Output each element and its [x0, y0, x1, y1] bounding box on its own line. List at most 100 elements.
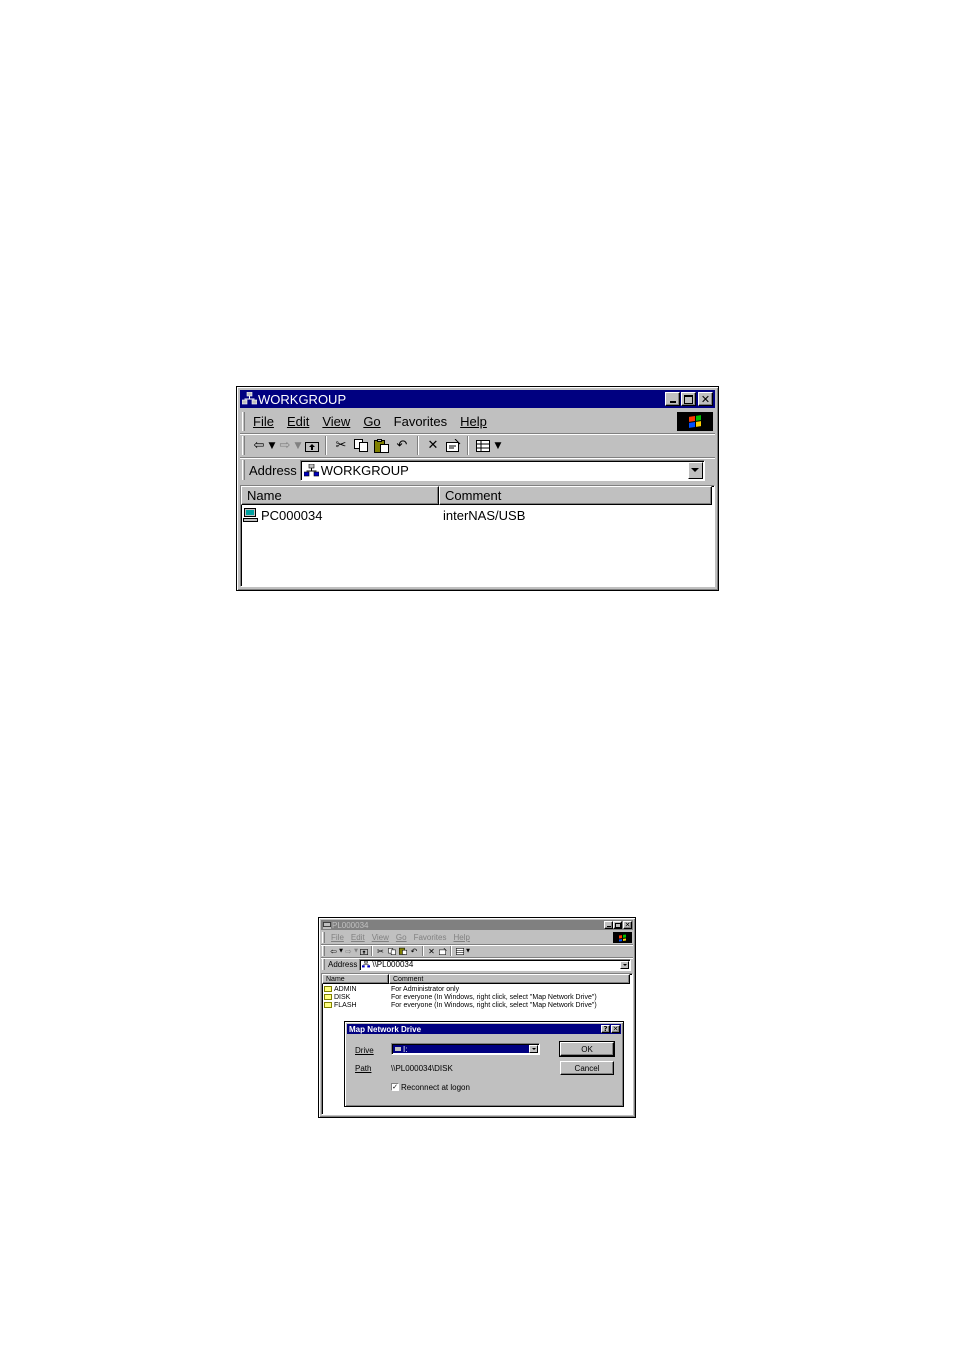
menu-edit[interactable]: Edit [351, 933, 365, 942]
drive-selected-option: I: [393, 1045, 530, 1054]
delete-button[interactable]: ✕ [426, 947, 437, 956]
forward-arrow-icon: ⇨ [345, 946, 352, 956]
title-bar[interactable]: WORKGROUP ✕ [240, 390, 715, 408]
chevron-down-icon: ▼ [466, 948, 470, 954]
network-icon [362, 961, 371, 968]
views-dropdown[interactable]: ▼ [493, 437, 503, 455]
column-header-name[interactable]: Name [322, 974, 389, 984]
undo-button[interactable]: ↶ [391, 437, 413, 455]
column-header-comment[interactable]: Comment [439, 486, 712, 505]
up-folder-button[interactable] [303, 437, 321, 455]
maximize-button[interactable] [681, 392, 696, 406]
cut-button[interactable]: ✂ [331, 437, 351, 455]
list-item[interactable]: ADMIN For Administrator only [322, 985, 632, 993]
toolbar-grip[interactable] [242, 436, 245, 455]
list-item[interactable]: DISK For everyone (In Windows, right cli… [322, 993, 632, 1001]
cut-button[interactable]: ✂ [375, 947, 386, 956]
menu-grip[interactable] [322, 932, 325, 943]
address-bar: Address WORKGROUP [240, 458, 715, 482]
minimize-button[interactable] [604, 921, 613, 929]
forward-arrow-icon: ⇨ [279, 438, 291, 453]
file-list[interactable]: Name Comment PC000034 interNAS/USB [240, 485, 715, 587]
views-button[interactable] [473, 437, 493, 455]
up-folder-icon [305, 441, 319, 452]
undo-icon: ↶ [396, 438, 408, 453]
back-button[interactable]: ⇦ [251, 437, 267, 455]
menu-view[interactable]: View [322, 414, 350, 429]
title-bar[interactable]: PL000034 ✕ [321, 920, 633, 930]
drive-icon [395, 1047, 401, 1051]
paste-icon [373, 438, 389, 453]
menu-help[interactable]: Help [453, 933, 469, 942]
paste-button[interactable] [397, 947, 408, 955]
address-combo[interactable]: WORKGROUP [299, 459, 705, 481]
dialog-close-button[interactable]: ✕ [611, 1025, 620, 1033]
column-header-comment[interactable]: Comment [389, 974, 630, 984]
views-dropdown[interactable]: ▼ [465, 948, 471, 954]
properties-button[interactable] [437, 947, 448, 955]
reconnect-checkbox[interactable]: ✓ [391, 1083, 399, 1091]
menu-go[interactable]: Go [363, 414, 380, 429]
menu-favorites[interactable]: Favorites [414, 933, 447, 942]
toolbar-grip[interactable] [322, 946, 325, 956]
properties-button[interactable] [443, 437, 463, 455]
back-button[interactable]: ⇦ [329, 947, 338, 956]
menu-file[interactable]: File [331, 933, 344, 942]
maximize-button[interactable] [613, 921, 622, 929]
list-item[interactable]: FLASH For everyone (In Windows, right cl… [322, 1001, 632, 1009]
address-grip[interactable] [242, 460, 245, 480]
drive-select[interactable]: I: [391, 1043, 540, 1055]
menu-grip[interactable] [242, 412, 245, 431]
close-button[interactable]: ✕ [698, 392, 713, 406]
computer-icon [243, 508, 259, 522]
properties-icon [445, 439, 460, 452]
forward-button[interactable]: ⇨ [344, 947, 353, 956]
maximize-icon [684, 394, 693, 404]
chevron-down-icon: ▼ [294, 440, 302, 451]
forward-dropdown[interactable]: ▼ [293, 437, 303, 455]
paste-button[interactable] [371, 437, 391, 455]
menu-favorites[interactable]: Favorites [394, 414, 447, 429]
menu-edit[interactable]: Edit [287, 414, 309, 429]
address-combo[interactable]: \\PL000034 [359, 958, 632, 971]
item-comment: For everyone (In Windows, right click, s… [391, 1001, 597, 1009]
address-dropdown-button[interactable] [620, 960, 630, 969]
close-icon: ✕ [700, 392, 711, 406]
forward-button[interactable]: ⇨ [277, 437, 293, 455]
chevron-down-icon: ▼ [339, 948, 343, 954]
menu-help[interactable]: Help [460, 414, 487, 429]
undo-button[interactable]: ↶ [408, 947, 420, 956]
list-item[interactable]: PC000034 interNAS/USB [241, 506, 714, 524]
item-comment: interNAS/USB [443, 507, 526, 523]
views-icon [476, 439, 490, 452]
ok-button[interactable]: OK [559, 1041, 615, 1057]
drive-dropdown-button[interactable] [529, 1045, 538, 1053]
cancel-button[interactable]: Cancel [560, 1061, 614, 1075]
delete-x-icon: ✕ [427, 438, 439, 453]
delete-button[interactable]: ✕ [423, 437, 443, 455]
chevron-down-icon: ▼ [494, 440, 502, 451]
column-header-name[interactable]: Name [241, 486, 439, 505]
menu-view[interactable]: View [372, 933, 389, 942]
copy-button[interactable] [351, 437, 371, 455]
menu-file[interactable]: File [253, 414, 274, 429]
toolbar-separator [325, 436, 327, 455]
views-button[interactable] [454, 947, 465, 955]
dialog-title: Map Network Drive [349, 1024, 422, 1034]
back-dropdown[interactable]: ▼ [267, 437, 277, 455]
help-button[interactable]: ? [601, 1025, 610, 1033]
close-icon: ✕ [624, 921, 631, 929]
address-dropdown-button[interactable] [687, 461, 703, 479]
back-arrow-icon: ⇦ [330, 946, 337, 956]
minimize-button[interactable] [665, 392, 680, 406]
toolbar-separator [467, 436, 469, 455]
menu-go[interactable]: Go [396, 933, 407, 942]
copy-button[interactable] [386, 947, 397, 955]
item-comment: For everyone (In Windows, right click, s… [391, 993, 597, 1001]
folder-icon [324, 994, 332, 1000]
windows-logo [613, 932, 632, 943]
dialog-title-bar[interactable]: Map Network Drive ? ✕ [347, 1024, 621, 1034]
address-grip[interactable] [322, 959, 325, 970]
up-folder-button[interactable] [359, 948, 369, 955]
close-button[interactable]: ✕ [623, 921, 632, 929]
